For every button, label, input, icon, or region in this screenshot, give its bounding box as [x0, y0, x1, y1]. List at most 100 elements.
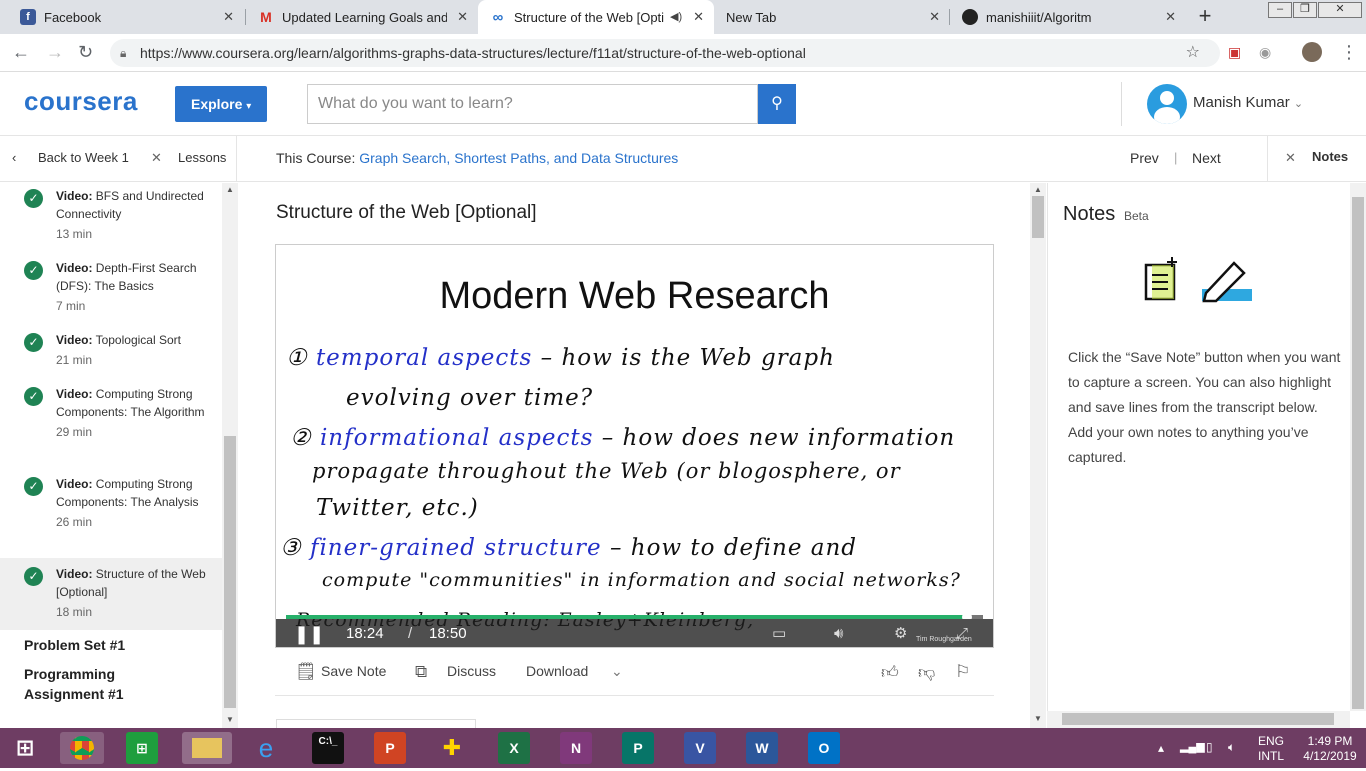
pause-icon[interactable]: ❚❚ — [294, 619, 324, 647]
file-explorer-taskbar-icon[interactable] — [182, 732, 232, 764]
course-name-link[interactable]: Graph Search, Shortest Paths, and Data S… — [359, 150, 678, 166]
powerpoint-taskbar-icon[interactable]: P — [374, 732, 406, 764]
bookmark-star-icon[interactable]: ☆ — [1186, 39, 1200, 67]
scroll-down-arrow-icon[interactable]: ▼ — [226, 715, 234, 724]
sidebar-section-programming-assignment[interactable]: Programming Assignment #1 — [24, 664, 184, 704]
sidebar-section-problem-set[interactable]: Problem Set #1 — [24, 635, 125, 655]
chevron-down-icon[interactable]: ⌄ — [611, 663, 623, 680]
prev-button[interactable]: Prev — [1130, 150, 1159, 166]
close-tab-icon[interactable]: ✕ — [223, 9, 234, 25]
sidebar-item-dfs[interactable]: ✓ Video: Depth-First Search (DFS): The B… — [0, 259, 222, 315]
cmd-taskbar-icon[interactable]: C:\_ — [312, 732, 344, 764]
save-note-button[interactable]: Save Note — [321, 663, 386, 679]
restore-button[interactable]: ❐ — [1293, 2, 1317, 18]
close-tab-icon[interactable]: ✕ — [929, 9, 940, 25]
sidebar-scroll-thumb[interactable] — [224, 436, 236, 708]
scroll-up-arrow-icon[interactable]: ▲ — [226, 185, 234, 194]
check-icon: ✓ — [24, 189, 43, 208]
fullscreen-icon[interactable]: ⤢ — [956, 619, 968, 647]
reload-icon[interactable]: ↻ — [78, 42, 93, 63]
project-taskbar-icon[interactable]: P — [622, 732, 654, 764]
windows-taskbar: ⊞ ⊞ e C:\_ P ✚ X N P V W O ▴ ▂▄▆ ▯ 🔈︎ EN… — [0, 728, 1366, 768]
lecture-actions: 🗒︎ Save Note ⧉ Discuss Download ⌄ 👍︎ 👎︎ … — [275, 648, 994, 696]
settings-gear-icon[interactable]: ⚙ — [894, 619, 907, 647]
battery-icon[interactable]: ▯ — [1206, 740, 1213, 755]
extension-icon[interactable]: ▣ — [1228, 44, 1241, 61]
next-button[interactable]: Next — [1192, 150, 1221, 166]
sidebar-item-structure-of-web[interactable]: ✓ Video: Structure of the Web [Optional]… — [0, 558, 222, 630]
slide-line-3: ② informational aspects – how does new i… — [290, 425, 956, 451]
chevron-down-icon: ▾ — [246, 101, 252, 112]
video-player[interactable]: Modern Web Research ① temporal aspects –… — [275, 244, 994, 648]
volume-icon[interactable]: 🔊︎ — [834, 619, 843, 647]
forward-arrow-icon[interactable]: → — [46, 42, 64, 63]
notes-horizontal-thumb[interactable] — [1062, 713, 1334, 725]
notes-scroll-thumb[interactable] — [1352, 197, 1364, 709]
coursera-logo[interactable]: coursera — [24, 86, 138, 117]
search-input[interactable]: What do you want to learn? — [307, 84, 758, 124]
user-avatar[interactable] — [1147, 84, 1187, 124]
tab-facebook[interactable]: f Facebook ✕ — [8, 0, 244, 34]
app-taskbar-icon[interactable]: ✚ — [436, 732, 468, 764]
close-tab-icon[interactable]: ✕ — [693, 9, 704, 25]
lesson-sidebar: ✓ Video: BFS and Undirected Connectivity… — [0, 183, 238, 728]
search-button[interactable]: ⚲ — [758, 84, 796, 124]
save-note-icon: 🗒︎ — [295, 662, 317, 681]
profile-avatar-icon[interactable] — [1302, 42, 1322, 62]
url-field[interactable]: 🔒︎ https://www.coursera.org/learn/algori… — [110, 39, 1220, 67]
user-menu[interactable]: Manish Kumar ⌄ — [1193, 94, 1303, 111]
lessons-link[interactable]: Lessons — [178, 150, 226, 165]
close-notes-icon[interactable]: ✕ — [1285, 150, 1296, 166]
store-taskbar-icon[interactable]: ⊞ — [126, 732, 158, 764]
slide-line-1: ① temporal aspects – how is the Web grap… — [286, 345, 835, 371]
tab-coursera-active[interactable]: ∞ Structure of the Web [Optio ◀) ✕ — [478, 0, 714, 34]
check-icon: ✓ — [24, 387, 43, 406]
windows-start-icon[interactable]: ⊞ — [9, 732, 41, 764]
discuss-button[interactable]: Discuss — [447, 663, 496, 679]
excel-taskbar-icon[interactable]: X — [498, 732, 530, 764]
back-arrow-icon[interactable]: ← — [12, 42, 30, 63]
word-taskbar-icon[interactable]: W — [746, 732, 778, 764]
language-indicator[interactable]: ENG INTL — [1258, 734, 1284, 764]
audio-playing-icon[interactable]: ◀) — [670, 10, 682, 23]
volume-muted-icon[interactable]: 🔈︎ — [1228, 740, 1235, 755]
new-tab-button[interactable]: + — [1192, 5, 1218, 29]
back-to-week-link[interactable]: Back to Week 1 — [38, 150, 129, 165]
clock[interactable]: 1:49 PM 4/12/2019 — [1300, 734, 1360, 764]
menu-dots-icon[interactable]: ⋮ — [1340, 42, 1358, 63]
onenote-taskbar-icon[interactable]: N — [560, 732, 592, 764]
tab-new-tab[interactable]: New Tab ✕ — [714, 0, 950, 34]
address-bar-row: ← → ↻ 🔒︎ https://www.coursera.org/learn/… — [0, 34, 1366, 72]
tab-github[interactable]: manishiiit/Algoritm ✕ — [950, 0, 1186, 34]
time-total: 18:50 — [429, 625, 467, 642]
sidebar-item-strong-components-analysis[interactable]: ✓ Video: Computing Strong Components: Th… — [0, 475, 222, 531]
main-scroll-thumb[interactable] — [1032, 196, 1044, 238]
tray-arrow-icon[interactable]: ▴ — [1158, 741, 1164, 756]
close-tab-icon[interactable]: ✕ — [1165, 9, 1176, 25]
thumbs-up-icon[interactable]: 👍︎ — [881, 662, 899, 683]
tab-gmail[interactable]: M Updated Learning Goals and Tin ✕ — [246, 0, 478, 34]
outlook-taskbar-icon[interactable]: O — [808, 732, 840, 764]
network-icon[interactable]: ▂▄▆ — [1180, 740, 1205, 755]
lecture-title: Structure of the Web [Optional] — [276, 202, 537, 223]
subtitles-icon[interactable]: ▭ — [772, 619, 786, 647]
visio-taskbar-icon[interactable]: V — [684, 732, 716, 764]
sidebar-item-bfs[interactable]: ✓ Video: BFS and Undirected Connectivity… — [0, 187, 222, 243]
explore-button[interactable]: Explore ▾ — [175, 86, 267, 122]
download-button[interactable]: Download — [526, 663, 588, 679]
sidebar-item-strong-components-algorithm[interactable]: ✓ Video: Computing Strong Components: Th… — [0, 385, 222, 441]
sidebar-item-topological-sort[interactable]: ✓ Video: Topological Sort 21 min — [0, 331, 222, 369]
close-tab-icon[interactable]: ✕ — [457, 9, 468, 25]
close-window-button[interactable]: ✕ — [1318, 2, 1362, 18]
scroll-down-arrow-icon[interactable]: ▼ — [1034, 714, 1042, 723]
ie-taskbar-icon[interactable]: e — [250, 732, 282, 764]
minimize-button[interactable]: – — [1268, 2, 1292, 18]
notes-toggle[interactable]: Notes — [1312, 149, 1348, 164]
scroll-up-arrow-icon[interactable]: ▲ — [1034, 185, 1042, 194]
thumbs-down-icon[interactable]: 👎︎ — [918, 662, 935, 683]
chrome-taskbar-icon[interactable] — [60, 732, 104, 764]
extension-circle-icon[interactable]: ◉ — [1259, 44, 1271, 61]
main-scrollbar[interactable] — [1030, 183, 1046, 728]
flag-icon[interactable]: ⚐ — [955, 662, 970, 682]
close-icon[interactable]: ✕ — [151, 150, 162, 166]
